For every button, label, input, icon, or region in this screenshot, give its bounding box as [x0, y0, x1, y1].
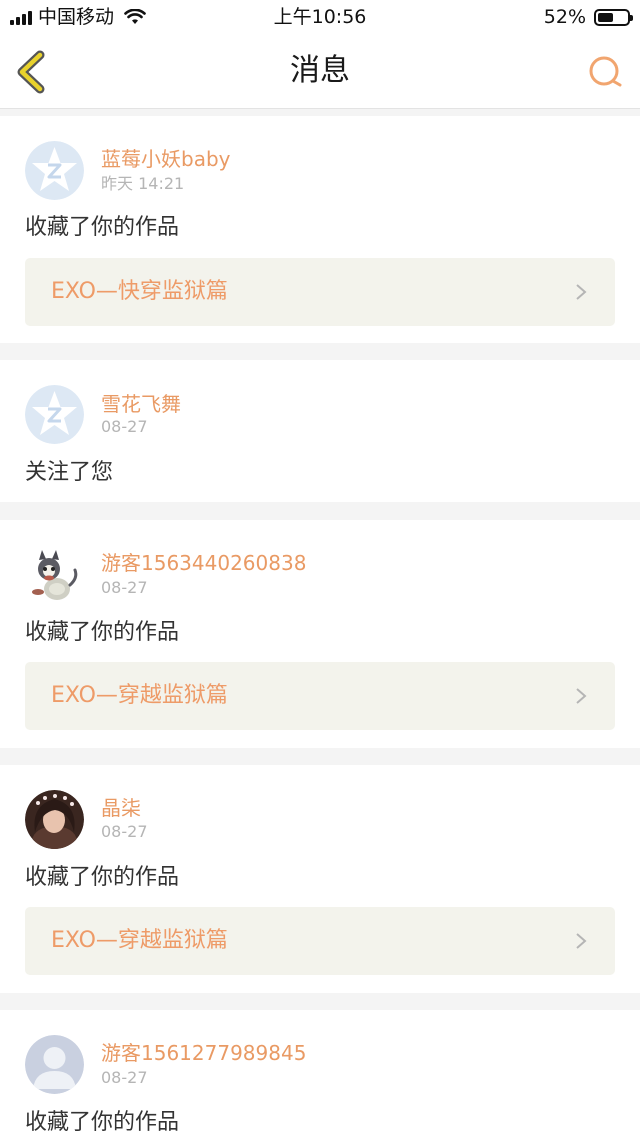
action-text: 关注了您 — [25, 460, 114, 485]
timestamp: 08-27 — [101, 578, 148, 597]
action-text: 收藏了你的作品 — [25, 1110, 180, 1135]
username[interactable]: 游客1561277989845 — [101, 1040, 306, 1066]
action-text: 收藏了你的作品 — [25, 865, 180, 890]
battery-icon — [594, 8, 633, 26]
status-bar: 中国移动 上午10:56 52% — [0, 0, 640, 36]
action-text: 收藏了你的作品 — [25, 215, 180, 240]
timestamp: 08-27 — [101, 822, 148, 841]
back-chevron-icon[interactable] — [14, 50, 54, 94]
battery-percent: 52% — [543, 6, 586, 28]
default-person-avatar[interactable] — [25, 1035, 84, 1094]
username[interactable]: 晶柒 — [101, 795, 141, 821]
work-link[interactable]: EXO—穿越监狱篇 — [25, 907, 615, 975]
qq-default-avatar[interactable] — [25, 141, 84, 200]
message-card: 雪花飞舞 08-27 关注了您 — [0, 360, 640, 502]
username[interactable]: 雪花飞舞 — [101, 391, 181, 417]
status-right: 52% — [543, 5, 633, 29]
timestamp: 08-27 — [101, 417, 148, 436]
chevron-right-icon — [576, 688, 587, 704]
message-card: 游客1563440260838 08-27 收藏了你的作品 EXO—穿越监狱篇 — [0, 520, 640, 748]
cat-avatar[interactable] — [25, 545, 84, 604]
battery-tip — [630, 14, 633, 21]
username[interactable]: 游客1563440260838 — [101, 550, 306, 576]
work-link[interactable]: EXO—穿越监狱篇 — [25, 662, 615, 730]
photo-avatar[interactable] — [25, 790, 84, 849]
timestamp: 昨天 14:21 — [101, 174, 185, 193]
work-title: EXO—穿越监狱篇 — [51, 928, 228, 953]
timestamp: 08-27 — [101, 1068, 148, 1087]
username[interactable]: 蓝莓小妖baby — [101, 146, 230, 172]
action-text: 收藏了你的作品 — [25, 620, 180, 645]
nav-bar: 消息 — [0, 36, 640, 109]
message-card: 蓝莓小妖baby 昨天 14:21 收藏了你的作品 EXO—快穿监狱篇 — [0, 116, 640, 343]
work-title: EXO—穿越监狱篇 — [51, 683, 228, 708]
chevron-right-icon — [576, 284, 587, 300]
message-card: 晶柒 08-27 收藏了你的作品 EXO—穿越监狱篇 — [0, 765, 640, 993]
message-card: 游客1561277989845 08-27 收藏了你的作品 — [0, 1010, 640, 1139]
work-title: EXO—快穿监狱篇 — [51, 279, 228, 304]
qq-default-avatar[interactable] — [25, 385, 84, 444]
chevron-right-icon — [576, 933, 587, 949]
work-link[interactable]: EXO—快穿监狱篇 — [25, 258, 615, 326]
search-icon[interactable] — [586, 52, 626, 92]
battery-fill — [598, 12, 613, 22]
page-title: 消息 — [290, 53, 350, 88]
